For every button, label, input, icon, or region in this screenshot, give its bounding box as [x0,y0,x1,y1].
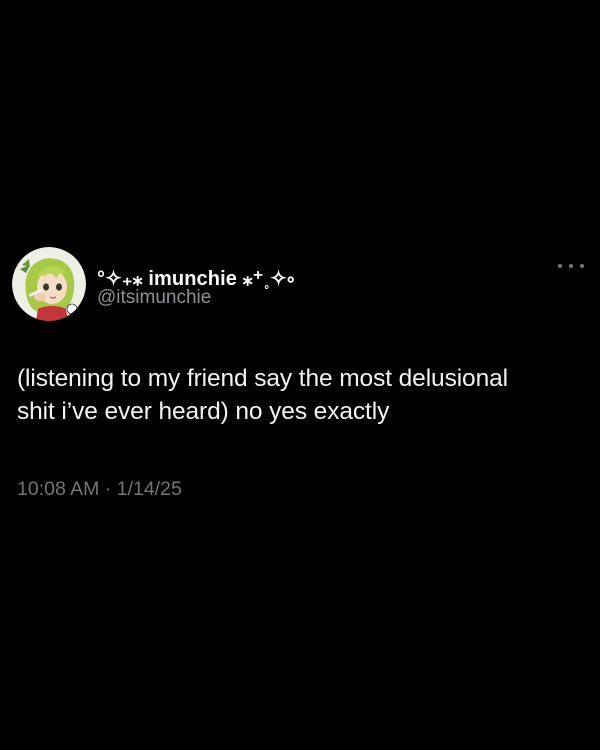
tweet-date: 1/14/25 [116,478,182,500]
tweet-text-line: shit i’ve ever heard) no yes exactly [17,398,390,425]
avatar-image [12,247,86,321]
tweet-text-line: (listening to my friend say the most del… [17,365,508,392]
tweet-time: 10:08 AM [17,478,100,500]
more-dot [558,264,562,268]
tweet-text: (listening to my friend say the most del… [17,362,592,428]
more-horizontal-icon[interactable] [558,258,584,274]
tweet-timestamp[interactable]: 10:08 AM · 1/14/25 [17,478,182,501]
user-handle[interactable]: @itsimunchie [97,287,211,309]
more-dot [580,264,584,268]
timestamp-separator: · [104,478,112,500]
tweet-card: °✧₊⁎ imunchie ⁎⁺˳✧༚ @itsimunchie (listen… [0,0,600,750]
avatar[interactable] [12,247,86,321]
more-dot [569,264,573,268]
